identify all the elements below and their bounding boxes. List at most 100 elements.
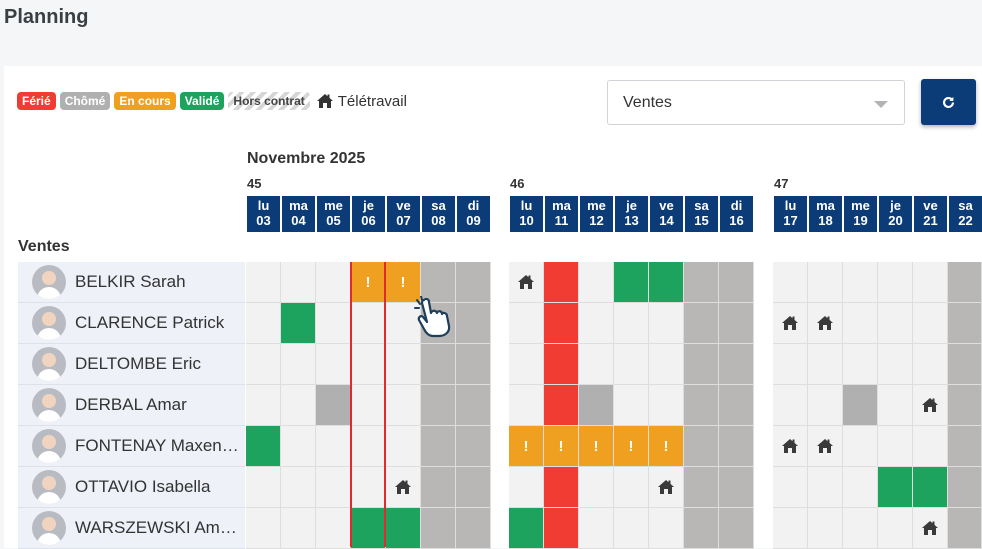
planning-cell[interactable] xyxy=(684,344,719,385)
planning-cell[interactable] xyxy=(808,426,843,467)
planning-cell[interactable] xyxy=(544,303,579,344)
planning-cell[interactable]: ! xyxy=(351,262,386,303)
planning-cell[interactable] xyxy=(246,344,281,385)
planning-cell[interactable] xyxy=(649,344,684,385)
planning-cell[interactable] xyxy=(913,385,948,426)
planning-cell[interactable] xyxy=(421,344,456,385)
planning-cell[interactable] xyxy=(456,426,491,467)
planning-cell[interactable] xyxy=(773,508,808,549)
planning-cell[interactable] xyxy=(614,385,649,426)
planning-cell[interactable] xyxy=(456,508,491,549)
planning-cell[interactable] xyxy=(456,262,491,303)
employee-row[interactable]: DERBAL Amar xyxy=(18,385,245,426)
planning-cell[interactable] xyxy=(773,262,808,303)
planning-cell[interactable]: ! xyxy=(614,426,649,467)
planning-cell[interactable] xyxy=(246,303,281,344)
planning-cell[interactable] xyxy=(316,508,351,549)
planning-cell[interactable] xyxy=(386,385,421,426)
planning-cell[interactable] xyxy=(878,508,913,549)
planning-cell[interactable]: ! xyxy=(649,426,684,467)
planning-cell[interactable] xyxy=(684,262,719,303)
planning-cell[interactable] xyxy=(579,467,614,508)
planning-cell[interactable] xyxy=(808,344,843,385)
planning-cell[interactable] xyxy=(878,262,913,303)
planning-cell[interactable] xyxy=(281,344,316,385)
planning-cell[interactable] xyxy=(649,303,684,344)
planning-cell[interactable] xyxy=(649,385,684,426)
planning-cell[interactable] xyxy=(579,303,614,344)
planning-cell[interactable] xyxy=(719,426,754,467)
employee-row[interactable]: FONTENAY Maxen… xyxy=(18,426,245,467)
planning-cell[interactable] xyxy=(351,467,386,508)
planning-cell[interactable] xyxy=(316,467,351,508)
planning-cell[interactable] xyxy=(614,303,649,344)
planning-cell[interactable] xyxy=(246,262,281,303)
planning-cell[interactable] xyxy=(509,508,544,549)
planning-cell[interactable] xyxy=(614,467,649,508)
planning-cell[interactable] xyxy=(316,426,351,467)
planning-cell[interactable]: ! xyxy=(579,426,614,467)
employee-row[interactable]: CLARENCE Patrick xyxy=(18,303,245,344)
planning-cell[interactable] xyxy=(509,467,544,508)
planning-cell[interactable] xyxy=(684,467,719,508)
planning-cell[interactable] xyxy=(719,385,754,426)
employee-row[interactable]: BELKIR Sarah xyxy=(18,262,245,303)
planning-cell[interactable] xyxy=(456,344,491,385)
planning-cell[interactable] xyxy=(684,385,719,426)
planning-cell[interactable] xyxy=(316,262,351,303)
planning-cell[interactable] xyxy=(684,508,719,549)
planning-cell[interactable] xyxy=(948,344,982,385)
planning-cell[interactable] xyxy=(913,426,948,467)
planning-cell[interactable] xyxy=(878,344,913,385)
planning-cell[interactable] xyxy=(808,467,843,508)
planning-cell[interactable] xyxy=(316,385,351,426)
planning-cell[interactable] xyxy=(843,303,878,344)
planning-cell[interactable] xyxy=(386,426,421,467)
planning-cell[interactable] xyxy=(719,303,754,344)
planning-cell[interactable] xyxy=(579,262,614,303)
planning-cell[interactable] xyxy=(808,303,843,344)
planning-cell[interactable] xyxy=(878,467,913,508)
planning-cell[interactable] xyxy=(281,262,316,303)
planning-cell[interactable] xyxy=(246,426,281,467)
planning-cell[interactable] xyxy=(719,344,754,385)
planning-cell[interactable] xyxy=(948,508,982,549)
planning-cell[interactable] xyxy=(649,262,684,303)
planning-cell[interactable] xyxy=(773,344,808,385)
planning-cell[interactable] xyxy=(509,262,544,303)
planning-cell[interactable] xyxy=(544,508,579,549)
planning-cell[interactable] xyxy=(948,303,982,344)
planning-cell[interactable] xyxy=(843,467,878,508)
planning-cell[interactable] xyxy=(351,303,386,344)
planning-cell[interactable] xyxy=(948,385,982,426)
refresh-button[interactable] xyxy=(921,79,976,125)
planning-cell[interactable] xyxy=(351,508,386,549)
planning-cell[interactable] xyxy=(649,467,684,508)
planning-cell[interactable] xyxy=(281,508,316,549)
planning-cell[interactable] xyxy=(281,303,316,344)
planning-cell[interactable] xyxy=(614,344,649,385)
planning-cell[interactable] xyxy=(246,385,281,426)
planning-cell[interactable] xyxy=(913,508,948,549)
planning-cell[interactable] xyxy=(456,303,491,344)
planning-cell[interactable] xyxy=(773,385,808,426)
planning-cell[interactable] xyxy=(913,467,948,508)
planning-cell[interactable] xyxy=(878,303,913,344)
planning-cell[interactable] xyxy=(386,467,421,508)
planning-cell[interactable] xyxy=(351,426,386,467)
planning-cell[interactable] xyxy=(719,467,754,508)
planning-cell[interactable] xyxy=(948,467,982,508)
planning-cell[interactable] xyxy=(684,426,719,467)
planning-cell[interactable] xyxy=(421,426,456,467)
planning-cell[interactable] xyxy=(579,508,614,549)
planning-cell[interactable] xyxy=(386,344,421,385)
planning-cell[interactable] xyxy=(316,303,351,344)
planning-cell[interactable] xyxy=(913,303,948,344)
planning-cell[interactable]: ! xyxy=(544,426,579,467)
planning-cell[interactable] xyxy=(456,385,491,426)
planning-cell[interactable] xyxy=(544,385,579,426)
planning-cell[interactable] xyxy=(808,508,843,549)
planning-cell[interactable] xyxy=(808,385,843,426)
planning-cell[interactable] xyxy=(509,385,544,426)
planning-cell[interactable] xyxy=(948,426,982,467)
